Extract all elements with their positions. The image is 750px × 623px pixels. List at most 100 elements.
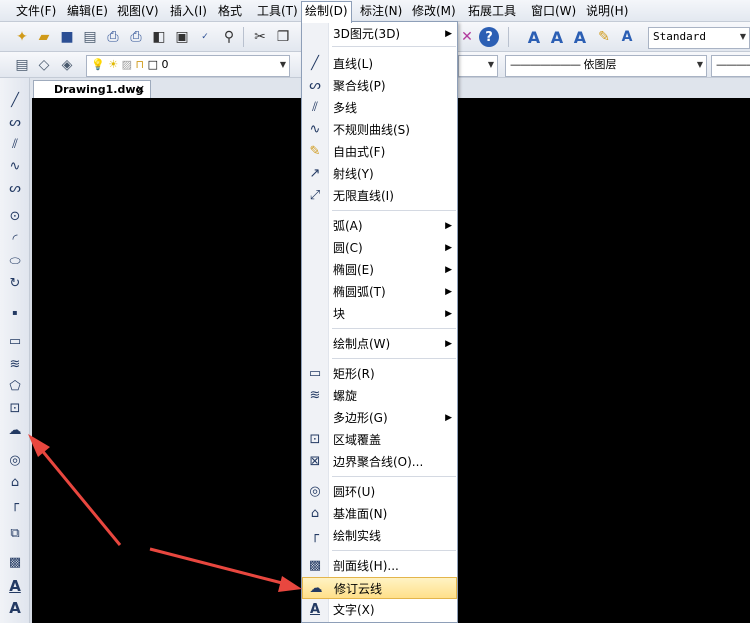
menu-item-block[interactable]: 块 ▶ bbox=[302, 303, 457, 325]
line-sample-icon: ———— bbox=[716, 58, 750, 71]
linetype-combo[interactable]: ——————— 依图层 ▼ bbox=[505, 55, 707, 77]
submenu-arrow-icon: ▶ bbox=[445, 243, 452, 253]
open-folder-icon[interactable]: ▰ bbox=[34, 27, 54, 47]
menu-draw[interactable]: 绘制(D) bbox=[301, 1, 352, 23]
menu-item-label: 聚合线(P) bbox=[333, 79, 386, 93]
plane-icon[interactable]: ⌂ bbox=[4, 472, 26, 492]
menu-item-donut[interactable]: ◎ 圆环(U) bbox=[302, 481, 457, 503]
text-icon[interactable]: A bbox=[4, 576, 26, 596]
find-icon[interactable]: ⚲ bbox=[219, 27, 239, 47]
menu-item-label: 射线(Y) bbox=[333, 167, 374, 181]
menu-item-label: 绘制点(W) bbox=[333, 337, 391, 351]
menu-item-freehand[interactable]: ✎ 自由式(F) bbox=[302, 141, 457, 163]
spline-icon[interactable]: ∿ bbox=[4, 156, 26, 176]
layer-manager-icon[interactable]: ▤ bbox=[12, 55, 32, 75]
save-all-icon[interactable]: ▤ bbox=[80, 27, 100, 47]
layer-state-icon[interactable]: ◈ bbox=[57, 55, 77, 75]
menu-item-spline[interactable]: ∿ 不规则曲线(S) bbox=[302, 119, 457, 141]
rectangle-icon[interactable]: ▭ bbox=[4, 331, 26, 351]
revcloud-icon[interactable]: ☁ bbox=[4, 420, 26, 440]
menu-item-xline[interactable]: ⤢ 无限直线(I) bbox=[302, 185, 457, 207]
wipeout-icon[interactable]: ⊡ bbox=[4, 398, 26, 418]
help-icon[interactable]: ? bbox=[479, 27, 499, 47]
menu-item-text[interactable]: A 文字(X) bbox=[302, 599, 457, 621]
mtext-a-icon[interactable]: A bbox=[547, 27, 567, 47]
menu-format[interactable]: 格式 bbox=[218, 2, 242, 20]
cut-icon[interactable]: ✂ bbox=[250, 27, 270, 47]
menu-window[interactable]: 窗口(W) bbox=[531, 2, 576, 20]
hatch-icon[interactable]: ▩ bbox=[4, 552, 26, 572]
menu-item-ray[interactable]: ↗ 射线(Y) bbox=[302, 163, 457, 185]
line-icon[interactable]: ╱ bbox=[4, 90, 26, 110]
submenu-arrow-icon: ▶ bbox=[445, 265, 452, 275]
color-combo[interactable]: ▼ bbox=[458, 55, 498, 77]
menu-item-label: 区域覆盖 bbox=[333, 433, 382, 447]
menu-insert[interactable]: 插入(I) bbox=[170, 2, 207, 20]
menu-item-hatch[interactable]: ▩ 剖面线(H)... bbox=[302, 555, 457, 577]
layer-combo[interactable]: 💡 ☀ ▨ ⊓ □ 0 ▼ bbox=[86, 55, 290, 77]
edit-text-icon[interactable]: ✎ bbox=[594, 27, 614, 47]
menu-item-circle[interactable]: 圆(C) ▶ bbox=[302, 237, 457, 259]
menu-item-polyline[interactable]: ᔕ 聚合线(P) bbox=[302, 75, 457, 97]
close-icon[interactable]: ✕ bbox=[136, 81, 145, 98]
menu-item-multiline[interactable]: ⫽ 多线 bbox=[302, 97, 457, 119]
menu-dimension[interactable]: 标注(N) bbox=[360, 2, 402, 20]
lineweight-combo[interactable]: ———— bbox=[711, 55, 750, 77]
spellcheck-icon[interactable]: ✓ bbox=[195, 27, 215, 47]
menu-item-wipeout[interactable]: ⊡ 区域覆盖 bbox=[302, 429, 457, 451]
copy-icon[interactable]: ❐ bbox=[273, 27, 293, 47]
menu-item-point[interactable]: 绘制点(W) ▶ bbox=[302, 333, 457, 355]
save-icon[interactable]: ■ bbox=[57, 27, 77, 47]
preview-icon[interactable]: ◧ bbox=[149, 27, 169, 47]
menu-item-boundary[interactable]: ⊠ 边界聚合线(O)... bbox=[302, 451, 457, 473]
find-text-icon[interactable]: A bbox=[617, 27, 637, 47]
menu-item-ellipse-arc[interactable]: 椭圆弧(T) ▶ bbox=[302, 281, 457, 303]
freehand-icon[interactable]: ᔕ bbox=[4, 178, 26, 198]
polyline-icon[interactable]: ᔕ bbox=[4, 112, 26, 132]
menu-edit[interactable]: 编辑(E) bbox=[67, 2, 108, 20]
menu-item-solid[interactable]: ┌ 绘制实线 bbox=[302, 525, 457, 547]
plot-icon[interactable]: ⎙ bbox=[126, 27, 146, 47]
menu-item-revcloud[interactable]: ☁ 修订云线 bbox=[302, 577, 457, 599]
ellipse-icon[interactable]: ⬭ bbox=[4, 251, 26, 271]
layer-previous-icon[interactable]: ◇ bbox=[34, 55, 54, 75]
donut-icon[interactable]: ◎ bbox=[4, 450, 26, 470]
menu-item-arc[interactable]: 弧(A) ▶ bbox=[302, 215, 457, 237]
menu-item-line[interactable]: ╱ 直线(L) bbox=[302, 53, 457, 75]
menu-help[interactable]: 说明(H) bbox=[586, 2, 628, 20]
menu-view[interactable]: 视图(V) bbox=[117, 2, 159, 20]
mtext-icon[interactable]: A bbox=[4, 598, 26, 618]
point-icon[interactable]: ▪ bbox=[4, 302, 26, 322]
menu-item-rectangle[interactable]: ▭ 矩形(R) bbox=[302, 363, 457, 385]
text-style-icon[interactable]: A bbox=[570, 27, 590, 47]
match-properties-icon[interactable]: ✕ bbox=[457, 27, 477, 47]
menu-file[interactable]: 文件(F) bbox=[16, 2, 56, 20]
document-tab[interactable]: Drawing1.dwg ✕ bbox=[33, 80, 151, 98]
text-style-combo[interactable]: Standard ▼ bbox=[648, 27, 750, 49]
ellipse-arc-icon[interactable]: ↻ bbox=[4, 273, 26, 293]
menu-item-plane[interactable]: ⌂ 基准面(N) bbox=[302, 503, 457, 525]
multiline-icon[interactable]: ⫽ bbox=[4, 134, 26, 154]
text-a-icon[interactable]: A bbox=[524, 27, 544, 47]
new-file-icon[interactable]: ✦ bbox=[12, 27, 32, 47]
helix-icon[interactable]: ≋ bbox=[4, 354, 26, 374]
publish-icon[interactable]: ▣ bbox=[172, 27, 192, 47]
menu-item-label: 3D图元(3D) bbox=[333, 27, 401, 41]
menu-item-3d[interactable]: 3D图元(3D) ▶ bbox=[302, 23, 457, 45]
menu-item-helix[interactable]: ≋ 螺旋 bbox=[302, 385, 457, 407]
solid-icon[interactable]: ┌ bbox=[4, 494, 26, 514]
submenu-arrow-icon: ▶ bbox=[445, 287, 452, 297]
table-icon[interactable]: ⧉ bbox=[4, 523, 26, 543]
menu-modify[interactable]: 修改(M) bbox=[412, 2, 456, 20]
print-icon[interactable]: ⎙ bbox=[103, 27, 123, 47]
ray-icon: ↗ bbox=[309, 166, 321, 181]
arc-icon[interactable]: ◜ bbox=[4, 229, 26, 249]
circle-icon[interactable]: ⊙ bbox=[4, 206, 26, 226]
polygon-icon[interactable]: ⬠ bbox=[4, 376, 26, 396]
menu-extensions[interactable]: 拓展工具 bbox=[468, 2, 516, 20]
chevron-down-icon: ▼ bbox=[487, 60, 494, 69]
menu-item-polygon[interactable]: 多边形(G) ▶ bbox=[302, 407, 457, 429]
menu-item-ellipse[interactable]: 椭圆(E) ▶ bbox=[302, 259, 457, 281]
menu-tools[interactable]: 工具(T) bbox=[257, 2, 298, 20]
menu-separator bbox=[332, 328, 456, 329]
